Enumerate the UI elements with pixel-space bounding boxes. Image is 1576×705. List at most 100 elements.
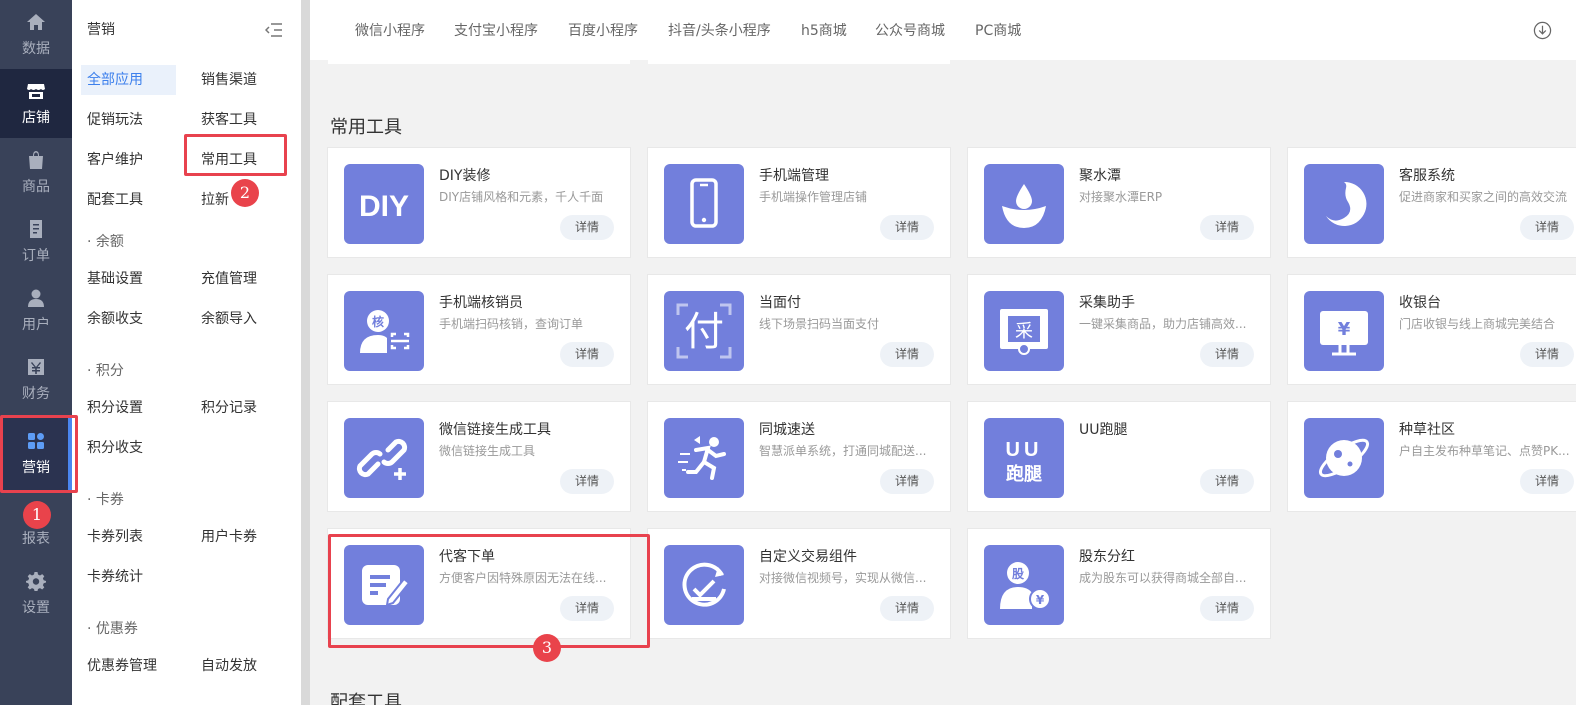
rail-label: 用户 xyxy=(22,316,50,333)
card-desc: 户自主发布种草笔记、点赞PK... xyxy=(1399,444,1570,458)
water-drop-icon xyxy=(984,164,1064,244)
tool-card-community[interactable]: 种草社区 户自主发布种草笔记、点赞PK... 详情 xyxy=(1287,401,1576,512)
primary-sidebar: 数据 店铺 商品 订单 用户 财务 营销 报表 设置 xyxy=(0,0,72,705)
menu-item-acquire[interactable]: 获客工具 xyxy=(195,105,290,135)
tool-card-customer-service[interactable]: 客服系统 促进商家和买家之间的高效交流 详情 xyxy=(1287,147,1576,258)
card-desc: 对接微信视频号，实现从微信... xyxy=(759,571,927,585)
tool-card-jushuitan[interactable]: 聚水潭 对接聚水潭ERP 详情 xyxy=(967,147,1271,258)
tool-card-same-city[interactable]: 同城速送 智慧派单系统，打通同城配送... 详情 xyxy=(647,401,951,512)
card-title: 微信链接生成工具 xyxy=(439,422,551,438)
tab-baidu-mini[interactable]: 百度小程序 xyxy=(568,20,638,40)
rail-label: 设置 xyxy=(22,599,50,616)
tool-card-collect[interactable]: 采 采集助手 一键采集商品，助力店铺高效... 详情 xyxy=(967,274,1271,385)
diy-icon: DIY xyxy=(344,164,424,244)
runner-icon xyxy=(664,418,744,498)
tool-card-shareholder[interactable]: 股 ¥ 股东分红 成为股东可以获得商城全部自... 详情 xyxy=(967,528,1271,639)
menu-item-points-settings[interactable]: 积分设置 xyxy=(81,393,176,423)
collapse-menu-icon[interactable] xyxy=(265,22,283,38)
detail-button[interactable]: 详情 xyxy=(560,342,614,367)
svg-text:核: 核 xyxy=(372,314,384,329)
highlight-box-common-tools xyxy=(184,134,287,176)
card-title: 手机端核销员 xyxy=(439,295,523,311)
shareholder-icon: 股 ¥ xyxy=(984,545,1064,625)
rail-item-finance[interactable]: 财务 xyxy=(0,345,72,414)
tool-card-mobile-mgmt[interactable]: 手机端管理 手机端操作管理店铺 详情 xyxy=(647,147,951,258)
platform-tabs: 微信小程序 支付宝小程序 百度小程序 抖音/头条小程序 h5商城 公众号商城 P… xyxy=(310,0,1576,60)
tool-card-uu-errand[interactable]: UU 跑腿 UU跑腿 详情 xyxy=(967,401,1271,512)
menu-item-user-cards[interactable]: 用户卡券 xyxy=(195,522,290,552)
card-desc: 一键采集商品，助力店铺高效... xyxy=(1079,317,1247,331)
rail-item-users[interactable]: 用户 xyxy=(0,276,72,345)
menu-item-recharge[interactable]: 充值管理 xyxy=(195,264,290,294)
detail-button[interactable]: 详情 xyxy=(880,342,934,367)
detail-button[interactable]: 详情 xyxy=(1520,342,1574,367)
uu-icon: UU 跑腿 xyxy=(984,418,1064,498)
card-desc: 智慧派单系统，打通同城配送... xyxy=(759,444,927,458)
scrollbar[interactable] xyxy=(301,0,310,705)
menu-item-balance-flow[interactable]: 余额收支 xyxy=(81,304,176,334)
detail-button[interactable]: 详情 xyxy=(560,215,614,240)
detail-button[interactable]: 详情 xyxy=(560,469,614,494)
detail-button[interactable]: 详情 xyxy=(1200,596,1254,621)
menu-item-points-record[interactable]: 积分记录 xyxy=(195,393,290,423)
app: 数据 店铺 商品 订单 用户 财务 营销 报表 设置 营销 全部应用 销售渠道 … xyxy=(0,0,1576,705)
rail-item-products[interactable]: 商品 xyxy=(0,138,72,207)
detail-button[interactable]: 详情 xyxy=(1520,215,1574,240)
svg-text:付: 付 xyxy=(684,309,724,355)
customer-service-icon xyxy=(1304,164,1384,244)
detail-button[interactable]: 详情 xyxy=(880,469,934,494)
tab-wechat-mini[interactable]: 微信小程序 xyxy=(355,20,425,40)
card-title: 自定义交易组件 xyxy=(759,549,857,565)
svg-text:股: 股 xyxy=(1012,566,1025,581)
svg-text:¥: ¥ xyxy=(1036,593,1045,607)
card-desc: 微信链接生成工具 xyxy=(439,444,536,458)
step-badge-1: 1 xyxy=(23,501,51,529)
tool-card-face-pay[interactable]: 付 当面付 线下场景扫码当面支付 详情 xyxy=(647,274,951,385)
order-icon xyxy=(30,219,42,238)
tab-douyin-mini[interactable]: 抖音/头条小程序 xyxy=(668,20,771,40)
menu-item-card-stats[interactable]: 卡券统计 xyxy=(81,562,176,592)
detail-button[interactable]: 详情 xyxy=(1200,215,1254,240)
menu-item-balance-import[interactable]: 余额导入 xyxy=(195,304,290,334)
section-title-common-tools: 常用工具 xyxy=(330,117,402,138)
menu-item-coupon-mgmt[interactable]: 优惠券管理 xyxy=(81,651,176,681)
menu-item-supporting[interactable]: 配套工具 xyxy=(81,185,176,215)
detail-button[interactable]: 详情 xyxy=(880,215,934,240)
tool-card-trade-component[interactable]: 自定义交易组件 对接微信视频号，实现从微信... 详情 xyxy=(647,528,951,639)
detail-button[interactable]: 详情 xyxy=(1200,342,1254,367)
tool-card-wechat-link[interactable]: 微信链接生成工具 微信链接生成工具 详情 xyxy=(327,401,631,512)
rail-item-settings[interactable]: 设置 xyxy=(0,559,72,628)
menu-item-customer[interactable]: 客户维护 xyxy=(81,145,176,175)
rail-item-store[interactable]: 店铺 xyxy=(0,69,72,138)
detail-button[interactable]: 详情 xyxy=(1520,469,1574,494)
tool-card-diy[interactable]: DIY DIY装修 DIY店铺风格和元素，千人千面 详情 xyxy=(327,147,631,258)
card-title: 客服系统 xyxy=(1399,168,1455,184)
menu-item-card-list[interactable]: 卡券列表 xyxy=(81,522,176,552)
menu-item-auto-send[interactable]: 自动发放 xyxy=(195,651,290,681)
gear-icon xyxy=(26,571,46,591)
detail-button[interactable]: 详情 xyxy=(1200,469,1254,494)
card-desc: 线下场景扫码当面支付 xyxy=(759,317,880,331)
user-icon xyxy=(28,289,44,307)
card-title: 股东分红 xyxy=(1079,549,1135,565)
detail-button[interactable]: 详情 xyxy=(880,596,934,621)
menu-item-sales-channel[interactable]: 销售渠道 xyxy=(195,65,290,95)
link-icon xyxy=(344,418,424,498)
menu-group-cards: · 卡券 xyxy=(87,492,124,508)
menu-item-points-flow[interactable]: 积分收支 xyxy=(81,433,176,463)
tool-card-cashier[interactable]: ¥ 收银台 门店收银与线上商城完美结合 详情 xyxy=(1287,274,1576,385)
rail-item-data[interactable]: 数据 xyxy=(0,0,72,69)
planet-icon xyxy=(1304,418,1384,498)
tool-card-verify-staff[interactable]: 核 手机端核销员 手机端扫码核销，查询订单 详情 xyxy=(327,274,631,385)
tab-official-account[interactable]: 公众号商城 xyxy=(875,20,945,40)
tab-pc[interactable]: PC商城 xyxy=(975,20,1021,40)
tab-h5[interactable]: h5商城 xyxy=(801,20,847,40)
menu-item-all-apps[interactable]: 全部应用 xyxy=(81,65,176,95)
download-icon[interactable] xyxy=(1533,21,1552,40)
menu-item-basic-settings[interactable]: 基础设置 xyxy=(81,264,176,294)
tab-alipay-mini[interactable]: 支付宝小程序 xyxy=(454,20,538,40)
card-title: 采集助手 xyxy=(1079,295,1135,311)
rail-item-orders[interactable]: 订单 xyxy=(0,207,72,276)
menu-group-points: · 积分 xyxy=(87,363,124,379)
menu-item-promo[interactable]: 促销玩法 xyxy=(81,105,176,135)
